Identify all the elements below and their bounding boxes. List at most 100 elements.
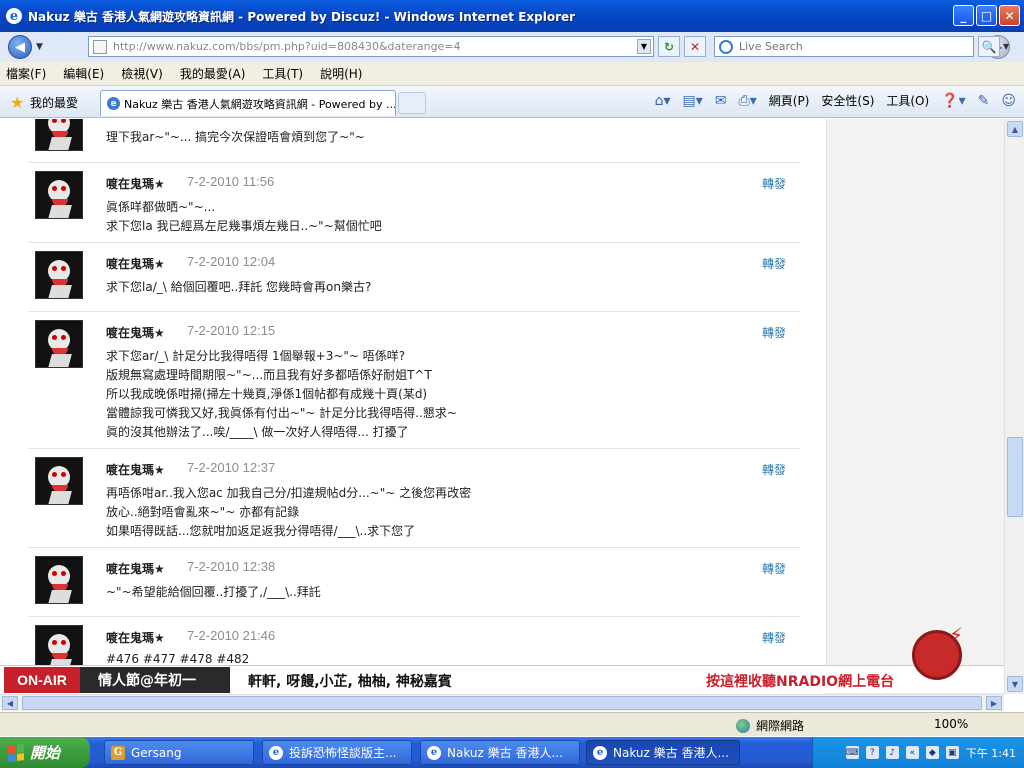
address-dropdown-icon[interactable]: ▼ (637, 39, 651, 54)
message-author[interactable]: 喥在鬼瑪★ (106, 560, 165, 577)
zone-label: 網際網路 (756, 719, 805, 733)
ie-logo-icon: e (6, 8, 22, 24)
vertical-scrollbar[interactable]: ▲ ▼ (1004, 119, 1024, 694)
address-toolbar: ◀ ▶ ▼ ▼ ↻ ✕ 🔍 ▼ (0, 32, 1024, 62)
avatar (35, 251, 83, 299)
keyboard-icon[interactable]: ⌨ (845, 746, 859, 759)
list-item: 喥在鬼瑪★ 7-2-2010 12:37 轉發 再唔係咁ar..我入您ac 加我… (28, 449, 800, 548)
feeds-icon[interactable]: ▤▾ (683, 93, 703, 109)
ad-listen-link[interactable]: 按這裡收聽NRADIO網上電台 (706, 671, 894, 691)
menu-edit[interactable]: 編輯(E) (63, 65, 104, 82)
messenger-icon[interactable]: ☺ (1001, 93, 1016, 109)
message-author[interactable]: 喥在鬼瑪★ (106, 629, 165, 646)
windows-flag-icon (8, 743, 24, 762)
volume-icon[interactable]: ♪ (885, 746, 899, 759)
taskbar-item-active[interactable]: e Nakuz 樂古 香港人... (586, 740, 740, 765)
clock: 下午 1:41 (965, 746, 1016, 760)
safety-menu[interactable]: 安全性(S) (821, 92, 874, 109)
start-button[interactable]: 開始 (0, 737, 90, 768)
search-input[interactable] (739, 40, 959, 53)
page-icon (93, 39, 107, 54)
radio-ad-banner[interactable]: ON-AIR 情人節@年初一 軒軒, 呀饅,小芷, 柚柚, 神秘嘉賓 按這裡收聽… (0, 623, 1004, 693)
app-icon: G (111, 745, 125, 760)
message-author[interactable]: 喥在鬼瑪★ (106, 255, 165, 272)
tools-menu[interactable]: 工具(O) (886, 92, 929, 109)
taskbar-item-label: Gersang (131, 745, 182, 760)
tab-active[interactable]: e Nakuz 樂古 香港人氣網遊攻略資訊網 - Powered by ... (100, 90, 396, 116)
message-line: 如果唔得既話...您就咁加返足返我分得唔得/___\..求下您了 (106, 524, 416, 538)
close-button[interactable]: ✕ (999, 5, 1020, 26)
horizontal-scrollbar[interactable]: ◀ ▶ (0, 694, 1004, 711)
menu-file[interactable]: 檔案(F) (6, 65, 46, 82)
back-button[interactable]: ◀ (8, 35, 32, 59)
maximize-button[interactable]: □ (976, 5, 997, 26)
ie-icon: e (269, 745, 283, 760)
research-icon[interactable]: ✎ (978, 93, 990, 109)
message-date: 7-2-2010 12:15 (187, 323, 276, 338)
print-icon[interactable]: ⎙▾ (739, 93, 757, 109)
home-icon[interactable]: ⌂▾ (655, 93, 671, 109)
message-author[interactable]: 喥在鬼瑪★ (106, 324, 165, 341)
scroll-thumb[interactable] (1007, 437, 1023, 517)
tab-bar: ★ 我的最愛 e Nakuz 樂古 香港人氣網遊攻略資訊網 - Powered … (0, 86, 1024, 118)
address-field[interactable]: ▼ (88, 36, 654, 57)
scroll-right-icon[interactable]: ▶ (986, 696, 1002, 710)
scroll-up-icon[interactable]: ▲ (1007, 121, 1023, 137)
network-icon[interactable]: ▣ (945, 746, 959, 759)
message-author[interactable]: 喥在鬼瑪★ (106, 175, 165, 192)
taskbar-item[interactable]: e Nakuz 樂古 香港人... (420, 740, 580, 765)
forward-link[interactable]: 轉發 (762, 560, 786, 577)
minimize-button[interactable]: _ (953, 5, 974, 26)
refresh-button[interactable]: ↻ (658, 36, 680, 57)
message-line: 理下我ar~"~... 搞完今次保證唔會煩到您了~"~ (106, 130, 365, 144)
avatar (35, 457, 83, 505)
menu-tools[interactable]: 工具(T) (262, 65, 303, 82)
taskbar-item[interactable]: e 投訴恐怖怪談版主... (262, 740, 412, 765)
url-input[interactable] (113, 40, 633, 53)
search-options-dropdown-icon[interactable]: ▼ (1003, 42, 1009, 51)
message-author[interactable]: 喥在鬼瑪★ (106, 461, 165, 478)
list-item: 喥在鬼瑪★ 7-2-2010 12:04 轉發 求下您la/_\ 給個回覆吧..… (28, 243, 800, 312)
help-tray-icon[interactable]: ? (865, 746, 879, 759)
hscroll-thumb[interactable] (22, 696, 982, 710)
right-panel (826, 119, 1004, 694)
expand-tray-icon[interactable]: « (905, 746, 919, 759)
menu-help[interactable]: 說明(H) (320, 65, 362, 82)
window-title: Nakuz 樂古 香港人氣網遊攻略資訊網 - Powered by Discuz… (28, 9, 576, 24)
search-box[interactable] (714, 36, 974, 57)
forward-link[interactable]: 轉發 (762, 324, 786, 341)
message-line: 所以我成晚係咁掃(掃左十幾頁,淨係1個帖都有成幾十頁(某d) (106, 387, 428, 401)
taskbar-item[interactable]: G Gersang (104, 740, 254, 765)
page-content: 理下我ar~"~... 搞完今次保證唔會煩到您了~"~ 喥在鬼瑪★ 7-2-20… (0, 119, 1004, 694)
message-list: 理下我ar~"~... 搞完今次保證唔會煩到您了~"~ 喥在鬼瑪★ 7-2-20… (28, 119, 800, 694)
scroll-down-icon[interactable]: ▼ (1007, 676, 1023, 692)
message-line: 當體諒我可憐我又好,我眞係有付出~"~ 計足分比我得唔得..懇求~ (106, 406, 457, 420)
zoom-level[interactable]: 100% (934, 717, 968, 731)
page-menu[interactable]: 網頁(P) (769, 92, 810, 109)
forward-link[interactable]: 轉發 (762, 255, 786, 272)
menu-favorites[interactable]: 我的最愛(A) (180, 65, 246, 82)
favorites-button[interactable]: 我的最愛 (30, 94, 78, 111)
message-date: 7-2-2010 12:38 (187, 559, 276, 574)
message-line: 再唔係咁ar..我入您ac 加我自己分/扣違規帖d分...~"~ 之後您再改密 (106, 486, 472, 500)
mail-icon[interactable]: ✉ (715, 93, 727, 109)
forward-link[interactable]: 轉發 (762, 629, 786, 646)
shield-icon[interactable]: ◆ (925, 746, 939, 759)
help-icon[interactable]: ❓▾ (941, 93, 965, 109)
menu-view[interactable]: 檢視(V) (121, 65, 163, 82)
forward-link[interactable]: 轉發 (762, 175, 786, 192)
stop-button[interactable]: ✕ (684, 36, 706, 57)
left-margin (0, 119, 18, 694)
message-line: ~"~希望能給個回覆..打擾了,/___\..拜託 (106, 585, 321, 599)
forward-link[interactable]: 轉發 (762, 461, 786, 478)
message-date: 7-2-2010 12:04 (187, 254, 276, 269)
new-tab-button[interactable] (398, 92, 426, 114)
search-icon[interactable]: 🔍 (978, 36, 1000, 57)
start-label: 開始 (30, 744, 61, 762)
favorites-star-icon[interactable]: ★ (10, 93, 24, 112)
message-line: 放心..絕對唔會亂來~"~ 亦都有記錄 (106, 505, 300, 519)
list-item: 理下我ar~"~... 搞完今次保證唔會煩到您了~"~ (28, 119, 800, 163)
avatar (35, 556, 83, 604)
scroll-left-icon[interactable]: ◀ (2, 696, 18, 710)
recent-pages-dropdown-icon[interactable]: ▼ (36, 42, 43, 52)
